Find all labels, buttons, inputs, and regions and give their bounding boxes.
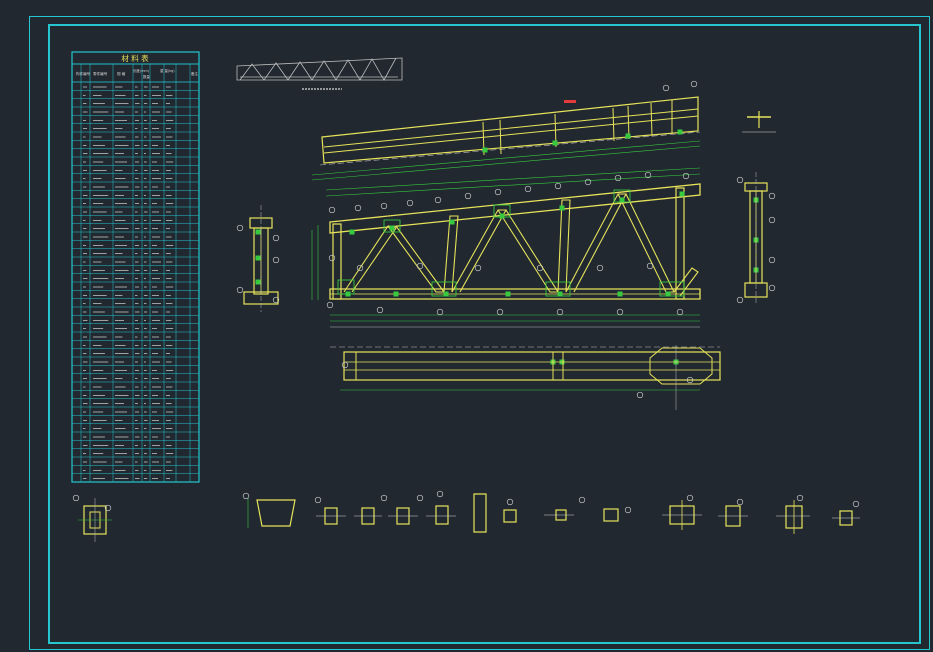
connection-marker (617, 291, 623, 297)
part-callout-circle (686, 494, 694, 502)
part-callout-circle (524, 185, 532, 193)
connection-marker (559, 205, 565, 211)
connection-marker (679, 191, 685, 197)
part-callout-circle (380, 202, 388, 210)
section-view-left (243, 205, 279, 312)
connection-marker (443, 291, 449, 297)
part-callout-circle (494, 188, 502, 196)
header-part-no: 零件编号 (93, 71, 108, 76)
part-callout-circle (406, 199, 414, 207)
connection-marker (345, 291, 351, 297)
part-callout-circle (272, 234, 280, 242)
part-callout-circle (436, 490, 444, 498)
connection-marker (505, 291, 511, 297)
part-callout-circle (416, 262, 424, 270)
connection-marker (393, 291, 399, 297)
part-callout-circle (736, 176, 744, 184)
connection-marker (677, 129, 683, 135)
part-callout-circle (376, 306, 384, 314)
material-table-title: 材 料 表 (121, 53, 149, 63)
connection-marker (552, 140, 558, 146)
part-callout-circle (614, 174, 622, 182)
part-callout-circle (354, 204, 362, 212)
part-callout-circle (584, 178, 592, 186)
connection-marker (557, 291, 563, 297)
part-callout-circle (682, 172, 690, 180)
part-callout-circle (496, 308, 504, 316)
node-detail-top-right (742, 111, 776, 133)
part-callout-circle (236, 286, 244, 294)
connection-marker (255, 279, 261, 285)
drawing-canvas: 材 料 表 构件编号 零件编号 规 格 长度(mm) 数量 重 量(kg) 备注 (71, 51, 860, 542)
connection-marker (499, 213, 505, 219)
part-callout-circle (768, 256, 776, 264)
part-callout-circle (554, 182, 562, 190)
header-remark: 备注 (191, 71, 198, 76)
header-length: 长度(mm) (133, 68, 150, 73)
part-callout-circle (796, 494, 804, 502)
connection-marker (449, 219, 455, 225)
connection-marker (482, 147, 488, 153)
callout-tag (564, 100, 576, 103)
connection-marker (665, 291, 671, 297)
part-callout-circle (72, 494, 80, 502)
node-detail-bottom-left (78, 498, 112, 542)
part-callout-circle (380, 494, 388, 502)
part-callout-circle (578, 496, 586, 504)
part-callout-circle (690, 80, 698, 88)
material-table-header: 构件编号 零件编号 规 格 长度(mm) 数量 重 量(kg) 备注 (71, 63, 200, 83)
header-weight: 重 量(kg) (160, 68, 175, 73)
part-callout-circle (616, 308, 624, 316)
part-callout-circle (416, 494, 424, 502)
part-details-row (247, 493, 860, 534)
part-callout-circle (556, 308, 564, 316)
leader-callouts (72, 80, 860, 514)
bottom-chord-plan (330, 345, 721, 410)
header-qty: 数量 (143, 74, 150, 79)
material-table-grid (72, 64, 199, 482)
part-callout-circle (662, 84, 670, 92)
part-callout-circle (326, 301, 334, 309)
connection-marker (255, 255, 261, 261)
part-callout-circle (434, 196, 442, 204)
part-callout-circle (242, 492, 250, 500)
top-chord-plan (311, 96, 701, 181)
part-callout-circle (736, 296, 744, 304)
header-spec: 规 格 (117, 71, 126, 76)
truss-thumbnail (236, 57, 403, 81)
part-callout-circle (314, 496, 322, 504)
part-callout-circle (436, 308, 444, 316)
connection-marker (349, 229, 355, 235)
part-callout-circle (624, 506, 632, 514)
part-callout-circle (506, 498, 514, 506)
part-callout-circle (676, 308, 684, 316)
part-callout-circle (536, 264, 544, 272)
part-callout-circle (736, 498, 744, 506)
part-callout-circle (768, 192, 776, 200)
part-callout-circle (328, 206, 336, 214)
truss-elevation (255, 129, 759, 365)
header-member-no: 构件编号 (76, 71, 91, 76)
connection-markers (255, 129, 759, 365)
part-callout-circle (328, 254, 336, 262)
part-callout-circle (636, 391, 644, 399)
part-callout-circle (852, 500, 860, 508)
part-callout-circle (768, 216, 776, 224)
part-callout-circle (341, 361, 349, 369)
part-callout-circle (272, 256, 280, 264)
connection-marker (255, 229, 261, 235)
part-callout-circle (464, 192, 472, 200)
connection-marker (625, 133, 631, 139)
connection-marker (619, 197, 625, 203)
connection-marker (389, 225, 395, 231)
part-callout-circle (596, 264, 604, 272)
material-table: 材 料 表 构件编号 零件编号 规 格 长度(mm) 数量 重 量(kg) 备注 (71, 51, 200, 483)
part-callout-circle (474, 264, 482, 272)
part-callout-circle (236, 224, 244, 232)
section-view-right (744, 172, 768, 305)
part-callout-circle (646, 262, 654, 270)
part-callout-circle (768, 284, 776, 292)
